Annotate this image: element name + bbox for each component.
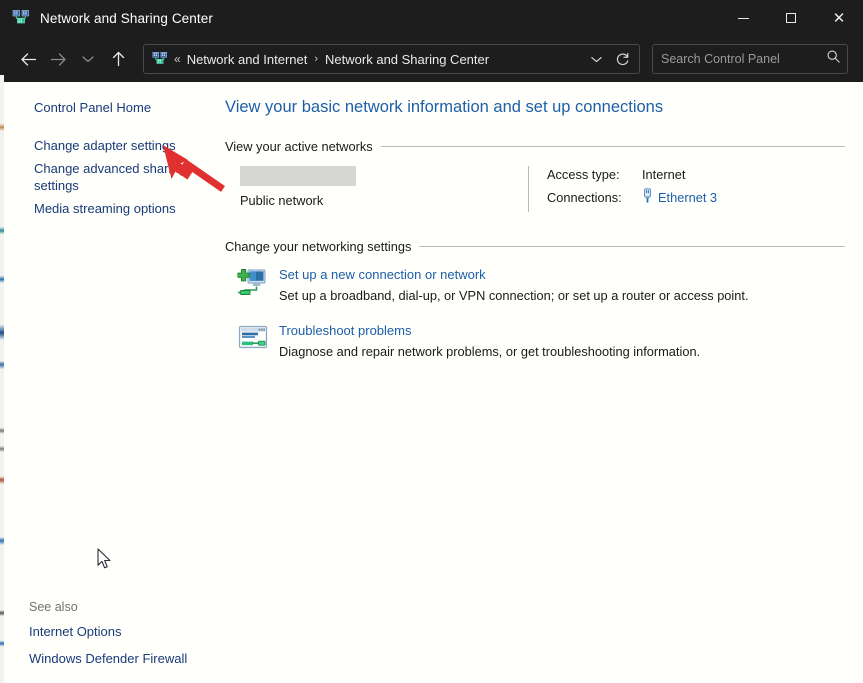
network-details: Access type: Internet Connections: bbox=[547, 166, 717, 212]
sidebar-item-control-panel-home[interactable]: Control Panel Home bbox=[4, 99, 204, 116]
search-icon[interactable] bbox=[826, 49, 841, 69]
connections-key: Connections: bbox=[547, 189, 642, 206]
vertical-divider bbox=[528, 166, 529, 212]
set-up-new-connection-link[interactable]: Set up a new connection or network bbox=[279, 266, 486, 283]
ethernet-connection-link[interactable]: Ethernet 3 bbox=[658, 189, 717, 206]
network-sharing-center-icon bbox=[152, 51, 168, 67]
sidebar-item-media-streaming-options[interactable]: Media streaming options bbox=[4, 200, 204, 217]
breadcrumb-network-and-sharing-center[interactable]: Network and Sharing Center bbox=[325, 52, 489, 67]
window-title: Network and Sharing Center bbox=[40, 11, 213, 26]
sidebar-item-change-advanced-sharing-settings[interactable]: Change advanced sharing settings bbox=[4, 160, 204, 194]
up-button[interactable] bbox=[103, 44, 133, 74]
active-network-row: Public network Access type: Internet Con… bbox=[225, 166, 845, 212]
section-divider bbox=[419, 246, 845, 247]
connections-row: Connections: E bbox=[547, 188, 717, 207]
content-area: Control Panel Home Change adapter settin… bbox=[4, 82, 863, 683]
chevron-down-icon bbox=[590, 55, 603, 64]
maximize-icon bbox=[786, 13, 796, 23]
minimize-icon bbox=[738, 18, 749, 19]
see-also-section: See also Internet Options Windows Defend… bbox=[4, 600, 215, 667]
arrow-left-icon bbox=[20, 52, 37, 67]
access-type-key: Access type: bbox=[547, 166, 642, 183]
title-bar: Network and Sharing Center ✕ bbox=[4, 0, 863, 36]
network-identity: Public network bbox=[240, 166, 528, 212]
navigation-bar: « Network and Internet › Network and Sha… bbox=[4, 36, 863, 82]
page-title: View your basic network information and … bbox=[225, 96, 845, 118]
new-connection-icon bbox=[237, 266, 269, 298]
search-input[interactable] bbox=[661, 52, 822, 66]
arrow-up-icon bbox=[111, 51, 126, 67]
refresh-icon bbox=[615, 52, 630, 67]
troubleshoot-icon bbox=[237, 322, 269, 354]
troubleshoot-problems-link[interactable]: Troubleshoot problems bbox=[279, 322, 411, 339]
task-text-block: Set up a new connection or network Set u… bbox=[279, 266, 749, 304]
see-also-label: See also bbox=[4, 600, 215, 614]
networking-settings-section-header: Change your networking settings bbox=[225, 239, 845, 254]
see-also-item-windows-defender-firewall[interactable]: Windows Defender Firewall bbox=[4, 650, 215, 667]
control-panel-window: Network and Sharing Center ✕ bbox=[0, 0, 863, 683]
network-type-label: Public network bbox=[240, 193, 528, 208]
active-networks-section-title: View your active networks bbox=[225, 139, 381, 154]
task-troubleshoot-problems: Troubleshoot problems Diagnose and repai… bbox=[225, 322, 845, 360]
networking-settings-section-title: Change your networking settings bbox=[225, 239, 419, 254]
previous-locations-button[interactable] bbox=[583, 46, 609, 72]
sidebar: Control Panel Home Change adapter settin… bbox=[4, 82, 215, 683]
close-button[interactable]: ✕ bbox=[815, 0, 863, 36]
ethernet-plug-icon bbox=[642, 188, 653, 207]
breadcrumb-network-and-internet[interactable]: Network and Internet bbox=[187, 52, 308, 67]
task-text-block: Troubleshoot problems Diagnose and repai… bbox=[279, 322, 700, 360]
breadcrumb-separator-icon: › bbox=[314, 53, 318, 65]
back-button[interactable] bbox=[13, 44, 43, 74]
active-networks-section-header: View your active networks bbox=[225, 139, 845, 154]
access-type-value: Internet bbox=[642, 166, 685, 183]
refresh-button[interactable] bbox=[609, 46, 635, 72]
main-panel: View your basic network information and … bbox=[215, 82, 863, 683]
network-name-redacted bbox=[240, 166, 356, 186]
breadcrumb-overflow-icon[interactable]: « bbox=[174, 52, 180, 66]
window-controls: ✕ bbox=[719, 0, 863, 36]
maximize-button[interactable] bbox=[767, 0, 815, 36]
access-type-row: Access type: Internet bbox=[547, 166, 717, 183]
see-also-item-internet-options[interactable]: Internet Options bbox=[4, 623, 215, 640]
section-divider bbox=[381, 146, 845, 147]
arrow-right-icon bbox=[50, 52, 67, 67]
set-up-new-connection-description: Set up a broadband, dial-up, or VPN conn… bbox=[279, 287, 749, 304]
search-box[interactable] bbox=[652, 44, 848, 74]
network-sharing-center-icon bbox=[12, 9, 30, 27]
connections-value: Ethernet 3 bbox=[642, 188, 717, 207]
recent-locations-button[interactable] bbox=[73, 44, 103, 74]
address-bar[interactable]: « Network and Internet › Network and Sha… bbox=[143, 44, 640, 74]
minimize-button[interactable] bbox=[719, 0, 767, 36]
task-set-up-new-connection: Set up a new connection or network Set u… bbox=[225, 266, 845, 304]
close-icon: ✕ bbox=[833, 11, 846, 26]
chevron-down-icon bbox=[81, 54, 95, 64]
forward-button[interactable] bbox=[43, 44, 73, 74]
troubleshoot-problems-description: Diagnose and repair network problems, or… bbox=[279, 343, 700, 360]
sidebar-item-change-adapter-settings[interactable]: Change adapter settings bbox=[4, 137, 204, 154]
